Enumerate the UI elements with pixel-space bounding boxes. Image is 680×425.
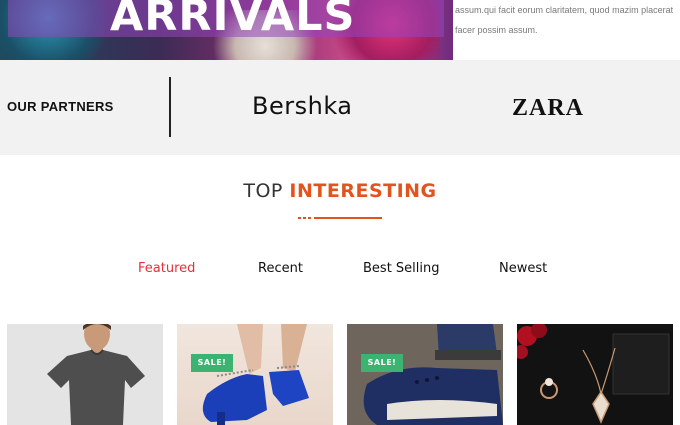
decoration-line: [314, 217, 382, 219]
decoration-dot: [308, 217, 311, 219]
decoration-dot: [298, 217, 301, 219]
product-image-shoes: [347, 324, 503, 425]
section-title-accent: INTERESTING: [289, 180, 437, 202]
section-title-plain: TOP: [243, 180, 283, 202]
product-image-tshirt: [47, 324, 145, 425]
product-image-jewelry: [517, 324, 673, 425]
partners-label: OUR PARTNERS: [7, 99, 114, 114]
hero-description: assum.qui facit eorum claritatem, quod m…: [455, 5, 674, 35]
partners-divider: [169, 77, 171, 137]
product-card[interactable]: SALE!: [177, 324, 333, 425]
sale-badge: SALE!: [361, 354, 403, 372]
product-card[interactable]: [517, 324, 673, 425]
partners-section: OUR PARTNERS Bershka ZARA: [0, 60, 680, 155]
product-tabs: Featured Recent Best Selling Newest: [0, 261, 680, 281]
tab-recent[interactable]: Recent: [258, 261, 303, 276]
hero-banner[interactable]: ARRIVALS: [0, 0, 453, 60]
product-image-heels: [202, 324, 309, 425]
page: ARRIVALS assum.qui facit eorum claritate…: [0, 0, 680, 425]
decoration-dot: [303, 217, 306, 219]
hero-title: ARRIVALS: [110, 0, 356, 41]
product-card[interactable]: [7, 324, 163, 425]
partner-logo-zara[interactable]: ZARA: [512, 95, 584, 122]
sale-badge: SALE!: [191, 354, 233, 372]
section-title: TOP INTERESTING: [0, 180, 680, 202]
tab-featured[interactable]: Featured: [138, 261, 195, 276]
partner-logo-bershka[interactable]: Bershka: [252, 92, 353, 120]
tab-best-selling[interactable]: Best Selling: [363, 261, 440, 276]
tab-newest[interactable]: Newest: [499, 261, 547, 276]
product-card[interactable]: SALE!: [347, 324, 503, 425]
title-decoration: [298, 216, 384, 220]
